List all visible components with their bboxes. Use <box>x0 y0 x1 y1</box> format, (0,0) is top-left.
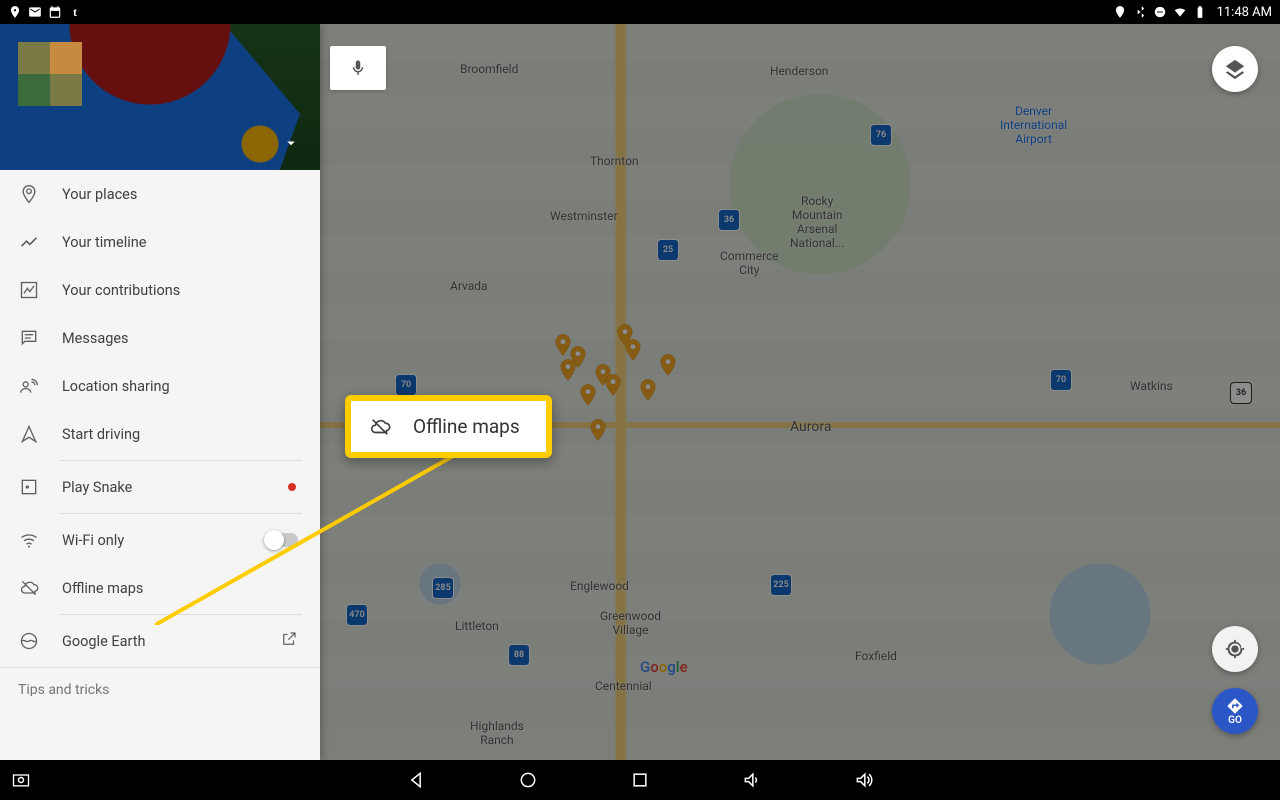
drawer-item-your-places[interactable]: Your places <box>0 170 320 218</box>
drawer-item-start-driving[interactable]: Start driving <box>0 410 320 458</box>
drawer-item-label: Your places <box>62 186 137 203</box>
layers-button[interactable] <box>1212 46 1258 92</box>
account-avatar[interactable] <box>18 42 82 106</box>
snake-icon <box>18 476 40 498</box>
maps-notif-icon <box>8 5 22 19</box>
nav-recents-button[interactable] <box>629 769 651 791</box>
battery-icon <box>1193 5 1207 19</box>
drawer-item-label: Location sharing <box>62 378 170 395</box>
screenshot-button[interactable] <box>10 769 32 791</box>
nav-back-button[interactable] <box>405 769 427 791</box>
mic-icon <box>349 59 367 77</box>
drawer-header[interactable] <box>0 24 320 170</box>
open-external-icon <box>280 630 298 652</box>
new-badge <box>288 483 296 491</box>
crosshair-icon <box>1224 638 1246 660</box>
location-status-icon <box>1113 5 1127 19</box>
directions-icon <box>1226 697 1244 715</box>
system-nav-bar <box>0 760 1280 800</box>
navigation-arrow-icon <box>18 423 40 445</box>
volume-up-button[interactable] <box>853 769 875 791</box>
drawer-item-offline-maps[interactable]: Offline maps <box>0 564 320 612</box>
drawer-item-your-timeline[interactable]: Your timeline <box>0 218 320 266</box>
earth-icon <box>18 630 40 652</box>
wifi-status-icon <box>1173 5 1187 19</box>
drawer-item-label: Wi-Fi only <box>62 532 124 549</box>
gmail-icon <box>28 5 42 19</box>
drawer-list: Your places Your timeline Your contribut… <box>0 170 320 760</box>
messages-icon <box>18 327 40 349</box>
nav-home-button[interactable] <box>517 769 539 791</box>
dnd-icon <box>1153 5 1167 19</box>
cloud-off-icon <box>369 416 391 438</box>
wifi-only-toggle[interactable] <box>266 533 298 547</box>
drawer-item-label: Play Snake <box>62 479 132 496</box>
drawer-item-label: Your timeline <box>62 234 146 251</box>
drawer-item-location-sharing[interactable]: Location sharing <box>0 362 320 410</box>
drawer-item-google-earth[interactable]: Google Earth <box>0 617 320 665</box>
account-switcher-chevron[interactable] <box>282 134 300 156</box>
layers-icon <box>1224 58 1246 80</box>
drawer-item-label: Messages <box>62 330 129 347</box>
status-clock: 11:48 AM <box>1217 5 1272 20</box>
drawer-item-wifi-only[interactable]: Wi-Fi only <box>0 516 320 564</box>
drawer-item-label: Start driving <box>62 426 140 443</box>
drawer-item-play-snake[interactable]: Play Snake <box>0 463 320 511</box>
drawer-item-tips[interactable]: Tips and tricks <box>0 670 320 710</box>
status-bar: t 11:48 AM <box>0 0 1280 24</box>
voice-search-button[interactable] <box>330 46 386 90</box>
drawer-item-label: Offline maps <box>62 580 143 597</box>
drawer-item-messages[interactable]: Messages <box>0 314 320 362</box>
tumblr-icon: t <box>68 5 82 19</box>
go-label: GO <box>1228 715 1242 726</box>
contributions-icon <box>18 279 40 301</box>
callout-label: Offline maps <box>413 415 520 438</box>
directions-button[interactable]: GO <box>1212 688 1258 734</box>
timeline-icon <box>18 231 40 253</box>
tutorial-callout: Offline maps <box>345 395 552 458</box>
wifi-icon <box>18 529 40 551</box>
my-location-button[interactable] <box>1212 626 1258 672</box>
drawer-item-your-contributions[interactable]: Your contributions <box>0 266 320 314</box>
calendar-icon <box>48 5 62 19</box>
volume-down-button[interactable] <box>741 769 763 791</box>
cloud-off-icon <box>18 577 40 599</box>
bluetooth-icon <box>1133 5 1147 19</box>
location-sharing-icon <box>18 375 40 397</box>
navigation-drawer: Your places Your timeline Your contribut… <box>0 24 320 760</box>
chevron-down-icon <box>282 134 300 152</box>
drawer-item-label: Google Earth <box>62 633 146 650</box>
drawer-item-label: Your contributions <box>62 282 180 299</box>
pin-outline-icon <box>18 183 40 205</box>
